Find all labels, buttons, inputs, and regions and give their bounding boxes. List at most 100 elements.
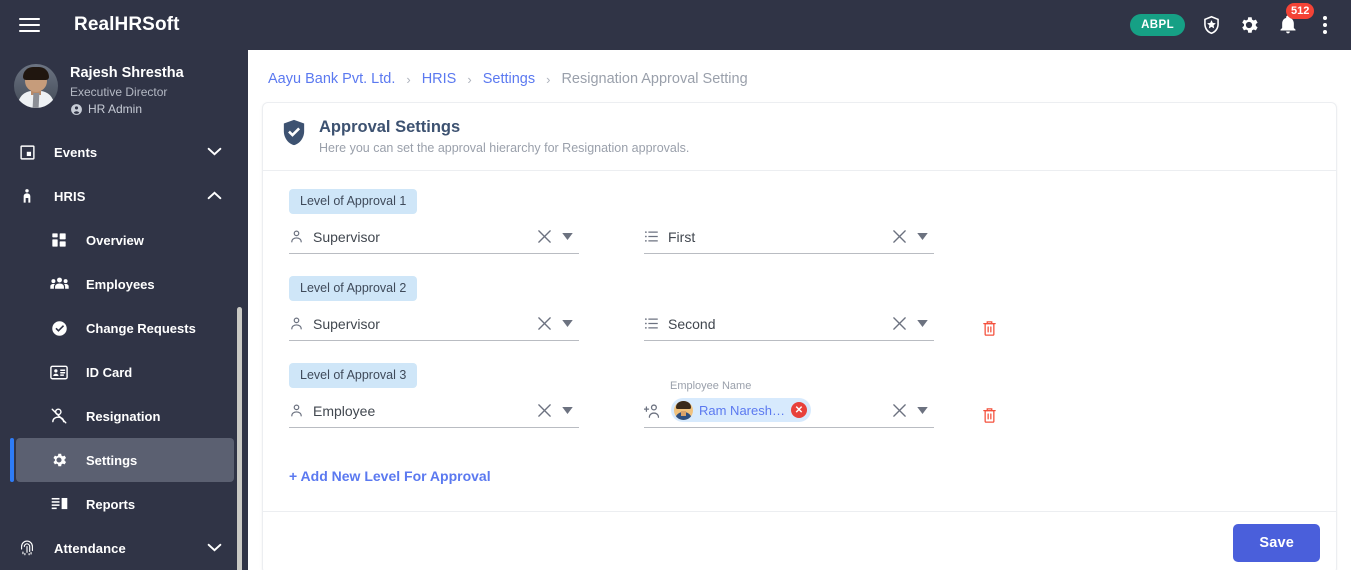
sidebar-item-attendance[interactable]: Attendance (0, 526, 248, 570)
breadcrumb-separator: › (546, 71, 551, 87)
close-circle-icon[interactable]: ✕ (790, 402, 807, 419)
kebab-dot (1323, 16, 1327, 20)
main-content: Aayu Bank Pvt. Ltd. › HRIS › Settings › … (248, 50, 1351, 570)
chevron-up-icon[interactable] (207, 187, 222, 205)
sidebar-item-label: Overview (86, 232, 144, 248)
chip-avatar-neck (681, 410, 686, 416)
sidebar-item-label: Attendance (54, 540, 126, 556)
employee-name-select-3[interactable]: Employee Name Ram Naresh… ✕ (644, 380, 934, 428)
chevron-down-icon[interactable] (555, 233, 579, 240)
close-icon[interactable] (533, 229, 555, 244)
page-body: Rajesh Shrestha Executive Director HR Ad… (0, 50, 1351, 570)
sidebar-item-label: ID Card (86, 364, 133, 380)
add-new-level-button[interactable]: + Add New Level For Approval (289, 468, 491, 484)
employee-chip[interactable]: Ram Naresh… ✕ (671, 398, 811, 423)
close-icon[interactable] (888, 403, 910, 418)
profile-tag-label: HR Admin (88, 102, 143, 116)
sidebar-item-overview[interactable]: Overview (16, 218, 234, 262)
delete-level-button-2[interactable] (969, 320, 1009, 341)
more-vertical-icon[interactable] (1315, 13, 1335, 37)
chevron-down-icon[interactable] (207, 143, 222, 161)
sidebar-item-label: Change Requests (86, 320, 196, 336)
chip-avatar-hair (676, 400, 691, 409)
list-order-icon (644, 316, 666, 331)
chevron-down-icon[interactable] (910, 320, 934, 327)
breadcrumb-item-company[interactable]: Aayu Bank Pvt. Ltd. (268, 71, 395, 87)
hamburger-menu-icon[interactable] (14, 10, 44, 40)
profile-text: Rajesh Shrestha Executive Director HR Ad… (70, 64, 184, 116)
id-card-icon (46, 365, 72, 380)
topbar-actions: ABPL 512 (1130, 3, 1335, 38)
close-icon[interactable] (888, 316, 910, 331)
breadcrumb-item-hris[interactable]: HRIS (422, 71, 457, 87)
employee-avatar (674, 400, 693, 420)
approver-type-select-2[interactable]: Supervisor (289, 311, 579, 341)
hamburger-line (18, 24, 40, 26)
sidebar-item-resignation[interactable]: Resignation (16, 394, 234, 438)
approval-level-row-1: Supervisor First (289, 224, 1336, 254)
breadcrumb-item-current: Resignation Approval Setting (561, 71, 748, 87)
approval-order-select-2[interactable]: Second (644, 311, 934, 341)
breadcrumb-item-settings[interactable]: Settings (483, 71, 535, 87)
sidebar-scrollbar-track[interactable] (237, 105, 245, 570)
close-icon[interactable] (888, 229, 910, 244)
chevron-down-icon[interactable] (555, 320, 579, 327)
level-badge-2: Level of Approval 2 (289, 276, 418, 301)
notifications-button[interactable]: 512 (1275, 3, 1315, 38)
approval-order-value-2: Second (668, 315, 716, 332)
chevron-down-icon[interactable] (207, 539, 222, 557)
hamburger-line (18, 18, 40, 20)
kebab-dot (1323, 23, 1327, 27)
close-icon[interactable] (533, 403, 555, 418)
hris-person-icon (14, 187, 40, 205)
sidebar-item-events[interactable]: Events (0, 130, 248, 174)
chevron-down-icon[interactable] (910, 233, 934, 240)
person-outline-icon (289, 403, 311, 418)
grid-overview-icon (46, 232, 72, 248)
user-circle-icon (71, 103, 82, 115)
delete-level-button-3[interactable] (969, 407, 1009, 428)
sidebar-item-label: Settings (86, 452, 138, 468)
avatar-hair (23, 67, 49, 80)
page-title: Approval Settings (319, 118, 461, 136)
sidebar-item-employees[interactable]: Employees (16, 262, 234, 306)
level-badge-3: Level of Approval 3 (289, 363, 418, 388)
avatar (14, 64, 58, 108)
kebab-dot (1323, 30, 1327, 34)
sidebar-nav: Events HRIS Overview Employees Change Re… (0, 128, 248, 570)
close-icon[interactable] (533, 316, 555, 331)
breadcrumb: Aayu Bank Pvt. Ltd. › HRIS › Settings › … (248, 50, 1351, 87)
organization-badge[interactable]: ABPL (1130, 14, 1185, 36)
breadcrumb-separator: › (467, 71, 472, 87)
sidebar-item-change-requests[interactable]: Change Requests (16, 306, 234, 350)
card-header-text: Approval Settings Here you can set the a… (319, 117, 689, 157)
chevron-down-icon[interactable] (555, 407, 579, 414)
notification-count-badge: 512 (1286, 3, 1315, 19)
sidebar-item-id-card[interactable]: ID Card (16, 350, 234, 394)
approval-order-select-1[interactable]: First (644, 224, 934, 254)
sidebar: Rajesh Shrestha Executive Director HR Ad… (0, 50, 248, 570)
approver-type-value-3: Employee (313, 402, 376, 419)
approval-settings-card: Approval Settings Here you can set the a… (262, 102, 1337, 570)
sidebar-scrollbar-thumb[interactable] (237, 307, 242, 570)
card-body: Level of Approval 1 Supervisor First Lev… (263, 171, 1336, 511)
sidebar-item-label: Resignation (86, 408, 161, 424)
hamburger-line (18, 30, 40, 32)
employee-chip-container: Ram Naresh… ✕ (666, 398, 888, 423)
chevron-down-icon[interactable] (910, 407, 934, 414)
sidebar-item-hris[interactable]: HRIS (0, 174, 248, 218)
sidebar-item-settings[interactable]: Settings (10, 438, 234, 482)
approval-level-row-3: Employee Employee Name Ram Naresh… ✕ (289, 380, 1336, 428)
person-outline-icon (289, 316, 311, 331)
gear-icon[interactable] (1237, 13, 1261, 37)
approver-type-select-3[interactable]: Employee (289, 398, 579, 428)
sidebar-profile[interactable]: Rajesh Shrestha Executive Director HR Ad… (0, 50, 248, 128)
app-root: RealHRSoft ABPL 512 Rajesh Shrestha Exec… (0, 0, 1351, 570)
sidebar-item-label: Events (54, 144, 98, 160)
shield-star-icon[interactable] (1199, 13, 1223, 37)
approver-type-select-1[interactable]: Supervisor (289, 224, 579, 254)
app-brand-logo[interactable]: RealHRSoft (74, 14, 180, 36)
sidebar-item-reports[interactable]: Reports (16, 482, 234, 526)
save-button[interactable]: Save (1233, 523, 1320, 562)
employee-name-label: Employee Name (670, 380, 752, 392)
